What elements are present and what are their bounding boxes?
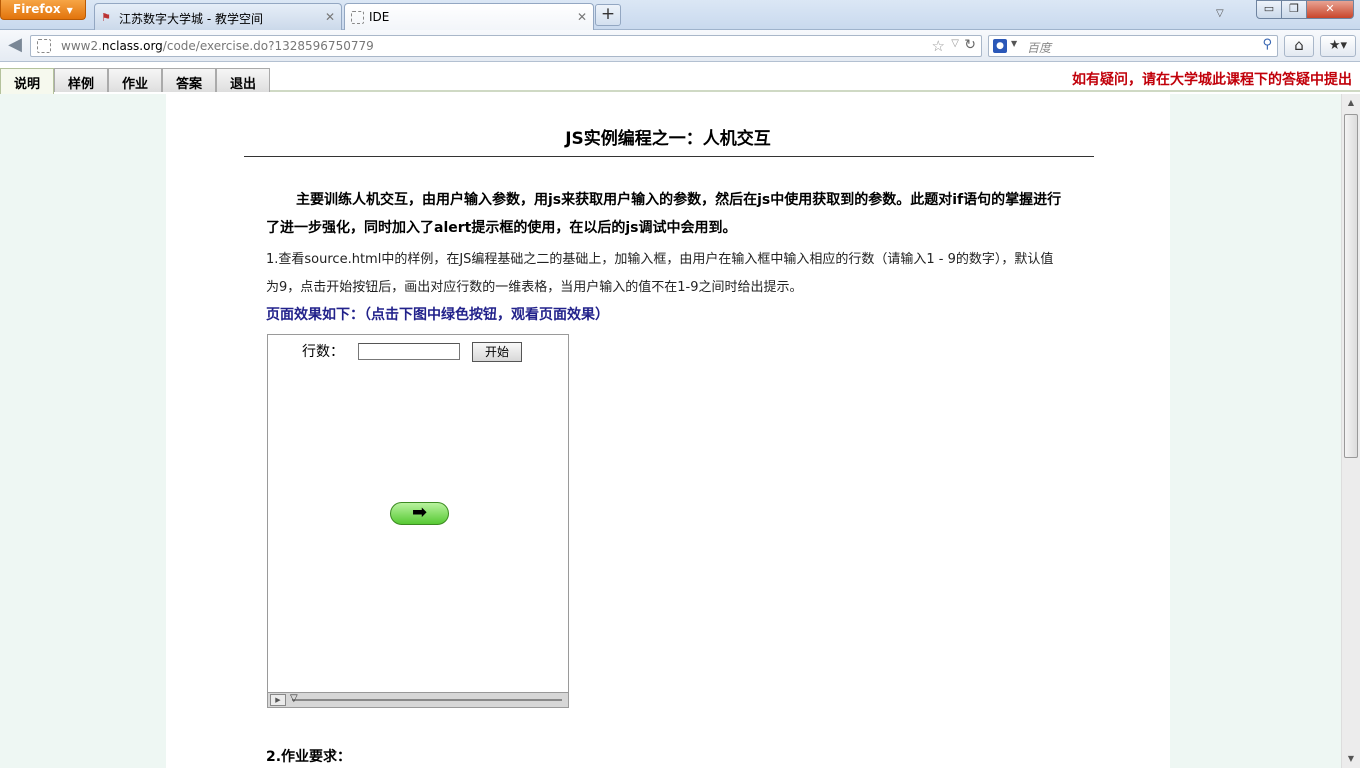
vertical-scrollbar[interactable]: ▲ ▼	[1341, 94, 1360, 768]
step-1-text: 1.查看source.html中的样例，在JS编程基础之二的基础上，加输入框，由…	[266, 252, 1054, 295]
url-bar[interactable]: www2.nclass.org/code/exercise.do?1328596…	[30, 35, 982, 57]
play-demo-button[interactable]: ➡	[390, 502, 449, 525]
search-placeholder: 百度	[1027, 41, 1052, 55]
page-title: JS实例编程之一：人机交互	[565, 129, 771, 149]
scrollbar-thumb[interactable]	[1344, 114, 1358, 458]
site-identity-icon[interactable]	[37, 39, 51, 53]
help-notice: 如有疑问，请在大学城此课程下的答疑中提出	[1072, 72, 1352, 88]
exercise-content: JS实例编程之一：人机交互 主要训练人机交互，由用户输入参数，用js来获取用户输…	[166, 94, 1170, 768]
requirements-heading: 2.作业要求：	[266, 749, 352, 765]
title-divider	[244, 156, 1094, 157]
browser-title-bar: Firefox ▼ ⚑ 江苏数字大学城 - 教学空间 ✕ IDE ✕ + ▽ ▭ …	[0, 0, 1360, 31]
tab-title: 江苏数字大学城 - 教学空间	[119, 12, 263, 26]
right-arrow-icon: ➡	[411, 502, 428, 523]
firefox-menu-button[interactable]: Firefox ▼	[0, 0, 86, 20]
tab-ide[interactable]: IDE ✕	[344, 3, 594, 31]
bookmark-star-icon[interactable]: ☆	[932, 37, 945, 55]
tab-description[interactable]: 说明	[0, 68, 54, 94]
firefox-menu-label: Firefox	[13, 2, 61, 16]
search-bar[interactable]: ● ▼ 百度 ⚲	[988, 35, 1278, 57]
tab-example[interactable]: 样例	[54, 68, 108, 92]
maximize-window-button[interactable]: ❐	[1281, 0, 1307, 19]
close-tab-icon[interactable]: ✕	[325, 10, 335, 24]
tab-assignment[interactable]: 作业	[108, 68, 162, 92]
reload-icon[interactable]: ↻	[964, 37, 976, 53]
search-engine-dropdown-icon[interactable]: ▼	[1011, 39, 1017, 48]
intro-paragraph: 主要训练人机交互，由用户输入参数，用js来获取用户输入的参数，然后在js中使用获…	[266, 186, 1066, 242]
seek-handle-icon[interactable]: ▽	[290, 693, 298, 704]
baidu-paw-icon[interactable]: ●	[993, 39, 1007, 53]
back-arrow-icon[interactable]: ◀	[3, 34, 27, 58]
play-icon[interactable]: ▶	[270, 694, 286, 706]
start-button[interactable]: 开始	[472, 342, 522, 362]
tab-exit[interactable]: 退出	[216, 68, 270, 92]
tab-title: IDE	[369, 10, 390, 24]
tab-jiangsu-digital-university[interactable]: ⚑ 江苏数字大学城 - 教学空间 ✕	[94, 3, 342, 30]
demo-flash-player[interactable]: 行数： 开始 ➡ ▶ ▽	[267, 334, 569, 708]
chevron-down-icon: ▼	[66, 6, 73, 15]
player-controls: ▶ ▽	[268, 692, 568, 707]
scroll-up-icon[interactable]: ▲	[1342, 94, 1360, 112]
home-icon[interactable]: ⌂	[1284, 35, 1314, 57]
page-viewport: JS实例编程之一：人机交互 主要训练人机交互，由用户输入参数，用js来获取用户输…	[0, 94, 1341, 768]
navigation-toolbar: ◀ www2.nclass.org/code/exercise.do?13285…	[0, 30, 1360, 62]
minimize-window-button[interactable]: ▭	[1256, 0, 1282, 19]
blank-page-icon	[351, 11, 364, 24]
scroll-down-icon[interactable]: ▼	[1342, 750, 1360, 768]
url-host: nclass.org	[101, 39, 163, 53]
bookmarks-menu-icon[interactable]: ★▾	[1320, 35, 1356, 57]
new-tab-button[interactable]: +	[595, 4, 621, 26]
close-tab-icon[interactable]: ✕	[577, 10, 587, 24]
site-favicon-icon: ⚑	[101, 11, 111, 24]
url-history-dropdown-icon[interactable]: ▽	[951, 38, 959, 49]
url-prefix: www2.	[61, 39, 102, 53]
exercise-nav: 说明 样例 作业 答案 退出 如有疑问，请在大学城此课程下的答疑中提出	[0, 62, 1360, 94]
list-all-tabs-icon[interactable]: ▽	[1216, 8, 1224, 19]
effect-heading: 页面效果如下：（点击下图中绿色按钮，观看页面效果）	[266, 307, 609, 323]
tab-answer[interactable]: 答案	[162, 68, 216, 92]
intro-text: 主要训练人机交互，由用户输入参数，用js来获取用户输入的参数，然后在js中使用获…	[266, 192, 1062, 236]
close-window-button[interactable]: ✕	[1306, 0, 1354, 19]
url-path: /code/exercise.do?1328596750779	[162, 39, 374, 53]
rows-label: 行数：	[302, 344, 344, 360]
seek-track[interactable]	[292, 699, 562, 701]
rows-input[interactable]	[358, 343, 460, 360]
search-icon[interactable]: ⚲	[1262, 37, 1272, 52]
